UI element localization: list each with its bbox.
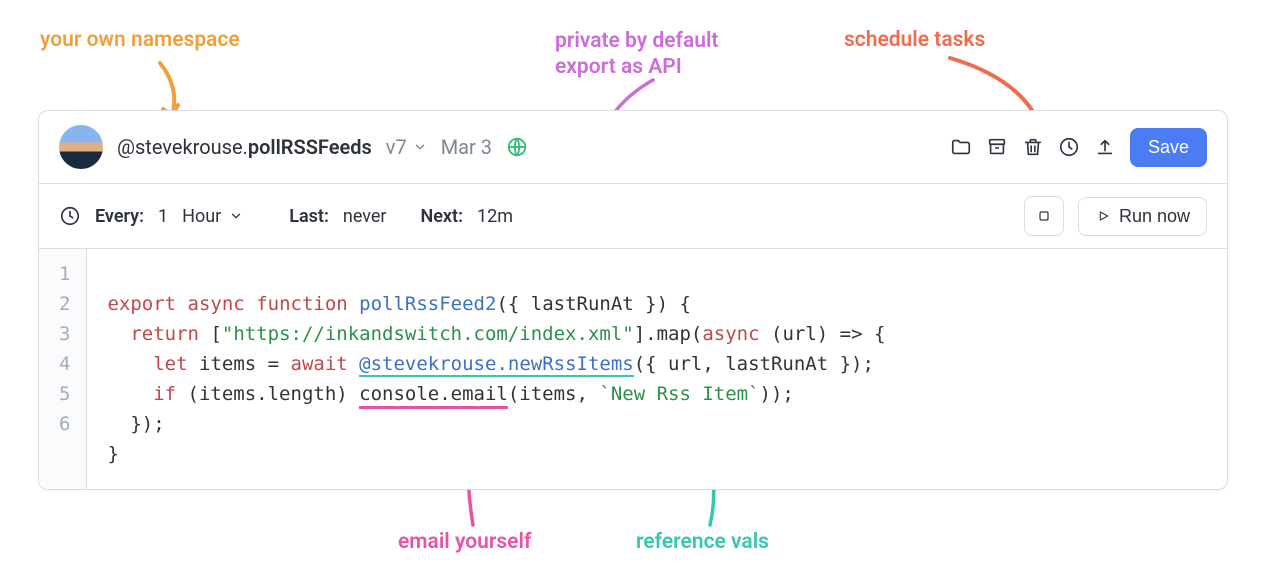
stop-button[interactable] — [1024, 196, 1064, 236]
annotation-schedule-tasks: schedule tasks — [844, 28, 985, 52]
upload-icon[interactable] — [1094, 136, 1116, 158]
console-email: console.email — [359, 383, 508, 409]
play-icon — [1095, 208, 1111, 224]
chevron-down-icon — [229, 209, 243, 223]
next-value: 12m — [477, 206, 513, 227]
trash-icon[interactable] — [1022, 136, 1044, 158]
annotation-reference-vals: reference vals — [636, 530, 769, 554]
last-label: Last: — [289, 206, 329, 227]
val-title[interactable]: @stevekrouse.pollRSSFeeds — [117, 135, 372, 159]
clock-icon[interactable] — [1058, 136, 1080, 158]
run-now-button[interactable]: Run now — [1078, 197, 1207, 236]
globe-icon[interactable] — [506, 136, 528, 158]
annotation-email-yourself: email yourself — [398, 530, 531, 554]
card-header: @stevekrouse.pollRSSFeeds v7 Mar 3 Save — [39, 111, 1227, 184]
gutter: 123456 — [39, 249, 87, 489]
namespace-prefix: @stevekrouse. — [117, 135, 248, 159]
schedule-bar: Every: 1 Hour Last: never Next: 12m Run … — [39, 184, 1227, 249]
val-reference: @stevekrouse.newRssItems — [359, 353, 634, 377]
last-value: never — [343, 206, 387, 227]
annotation-private-api: private by default export as API — [555, 28, 719, 81]
every-label: Every: — [95, 206, 144, 227]
code-editor[interactable]: 123456 export async function pollRssFeed… — [39, 249, 1227, 489]
code-source[interactable]: export async function pollRssFeed2({ las… — [87, 249, 1227, 489]
chevron-down-icon — [413, 140, 427, 154]
version-selector[interactable]: v7 — [386, 135, 427, 159]
clock-small-icon — [59, 205, 81, 227]
folder-icon[interactable] — [950, 136, 972, 158]
avatar[interactable] — [59, 125, 103, 169]
square-icon — [1036, 208, 1052, 224]
next-label: Next: — [421, 206, 463, 227]
save-button[interactable]: Save — [1130, 128, 1207, 167]
val-card: @stevekrouse.pollRSSFeeds v7 Mar 3 Save … — [38, 110, 1228, 490]
annotation-namespace: your own namespace — [40, 28, 240, 52]
unit-select[interactable]: Hour — [182, 206, 243, 227]
date-label: Mar 3 — [441, 135, 492, 159]
every-value[interactable]: 1 — [158, 206, 168, 227]
val-name: pollRSSFeeds — [248, 135, 372, 159]
archive-icon[interactable] — [986, 136, 1008, 158]
